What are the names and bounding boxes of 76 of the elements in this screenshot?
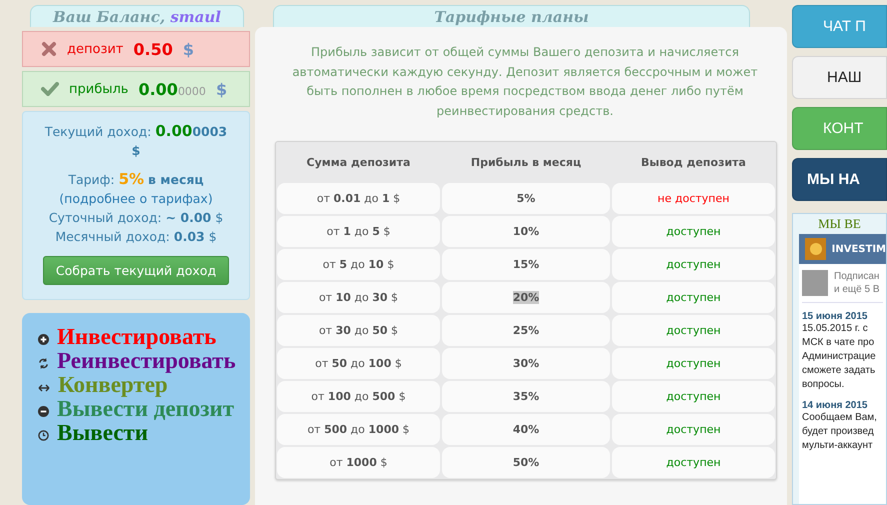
tariff-text: Тариф: 5% в месяц — [68, 170, 204, 189]
table-cell: 10% — [442, 216, 610, 247]
avatar-placeholder — [802, 270, 828, 296]
news-date: 14 июня 2015 — [802, 400, 868, 411]
table-cell: 50% — [442, 447, 610, 478]
collect-income-button[interactable]: Собрать текущий доход — [42, 256, 230, 285]
widget-title: МЫ ВЕ — [817, 215, 862, 233]
balance-label: депозит — [67, 42, 124, 56]
current-income: Текущий доход: 0.000003 $ — [44, 122, 228, 160]
table-cell: доступен — [612, 249, 775, 280]
menu-link[interactable]: Реинвестировать — [57, 348, 236, 373]
table-cell: от 10 до 30 $ — [277, 282, 440, 313]
table-cell: от 0.01 до 1 $ — [277, 183, 440, 214]
group-name: INVESTIM — [832, 244, 886, 254]
table-cell: 40% — [442, 414, 610, 445]
subscribers-text: Подписан и ещё 5 В — [834, 270, 880, 296]
table-cell: от 500 до 1000 $ — [277, 414, 440, 445]
news-text: сможете задать — [802, 364, 876, 378]
table-cell: от 5 до 10 $ — [277, 249, 440, 280]
nav-button[interactable]: ЧАТ П — [792, 5, 887, 48]
news-text: мульти-аккаунт — [802, 439, 873, 453]
clock-icon — [38, 430, 49, 442]
column-header: Прибыль в месяц — [470, 156, 582, 168]
table-cell: не доступен — [612, 183, 775, 214]
news-text: МСК в чате про — [802, 336, 874, 350]
balance-title: Ваш Баланс, smaul — [30, 5, 244, 27]
plus-icon — [38, 334, 49, 346]
table-cell: от 50 до 100 $ — [277, 348, 440, 379]
currency-sign: $ — [182, 40, 194, 58]
double-arrow-icon — [38, 384, 50, 392]
menu-link[interactable]: Вывести — [57, 420, 148, 445]
nav-button[interactable]: МЫ НА — [792, 158, 887, 201]
check-icon — [41, 82, 59, 96]
news-text: Сообщаем Вам, — [802, 411, 877, 425]
refresh-icon — [38, 358, 49, 370]
table-cell: 35% — [442, 381, 610, 412]
plans-title: Тарифные планы — [273, 5, 750, 27]
minus-icon — [38, 406, 49, 418]
news-text: будет произвед — [802, 425, 874, 439]
news-text: вопросы. — [802, 378, 844, 392]
table-cell: доступен — [612, 216, 775, 247]
nav-button[interactable]: КОНТ — [792, 107, 887, 150]
cross-icon — [41, 41, 57, 57]
balance-amount: 0.000000 — [138, 80, 206, 98]
daily-income: Суточный доход: ~ 0.00 $ — [48, 209, 224, 227]
nav-button[interactable]: НАШ — [792, 56, 887, 99]
table-cell: доступен — [612, 315, 775, 346]
table-cell: от 1000 $ — [277, 447, 440, 478]
table-cell: от 100 до 500 $ — [277, 381, 440, 412]
table-cell: 30% — [442, 348, 610, 379]
balance-amount: 0.50 — [133, 40, 173, 58]
news-date: 15 июня 2015 — [802, 311, 868, 322]
menu-link[interactable]: Инвестировать — [57, 324, 216, 349]
table-cell: доступен — [612, 348, 775, 379]
table-cell: доступен — [612, 282, 775, 313]
balance-label: прибыль — [69, 82, 128, 96]
table-cell: 25% — [442, 315, 610, 346]
table-cell: доступен — [612, 381, 775, 412]
currency-sign: $ — [216, 80, 228, 98]
tariffs-link[interactable]: (подробнее о тарифах) — [59, 189, 213, 208]
news-text: 15.05.2015 г. с — [802, 322, 868, 336]
column-header: Сумма депозита — [306, 156, 412, 168]
monthly-income: Месячный доход: 0.03 $ — [55, 228, 217, 246]
table-cell: 20% — [442, 282, 610, 313]
column-header: Вывод депозита — [640, 156, 747, 168]
table-cell: доступен — [612, 414, 775, 445]
news-text: Администрацие — [802, 350, 876, 364]
menu-link[interactable]: Конвертер — [58, 372, 168, 397]
table-cell: от 1 до 5 $ — [277, 216, 440, 247]
menu-link[interactable]: Вывести депозит — [57, 396, 234, 421]
table-cell: от 30 до 50 $ — [277, 315, 440, 346]
table-cell: доступен — [612, 447, 775, 478]
table-cell: 15% — [442, 249, 610, 280]
plans-description: Прибыль зависит от общей суммы Вашего депозита и начисляется автоматически каждую секунду. Депозит является бессрочным и может быть пополнен в любое время посредством ввода денег либо путём реинвестирования средств. — [291, 44, 759, 120]
group-logo-icon — [805, 238, 826, 260]
table-cell: 5% — [442, 183, 610, 214]
